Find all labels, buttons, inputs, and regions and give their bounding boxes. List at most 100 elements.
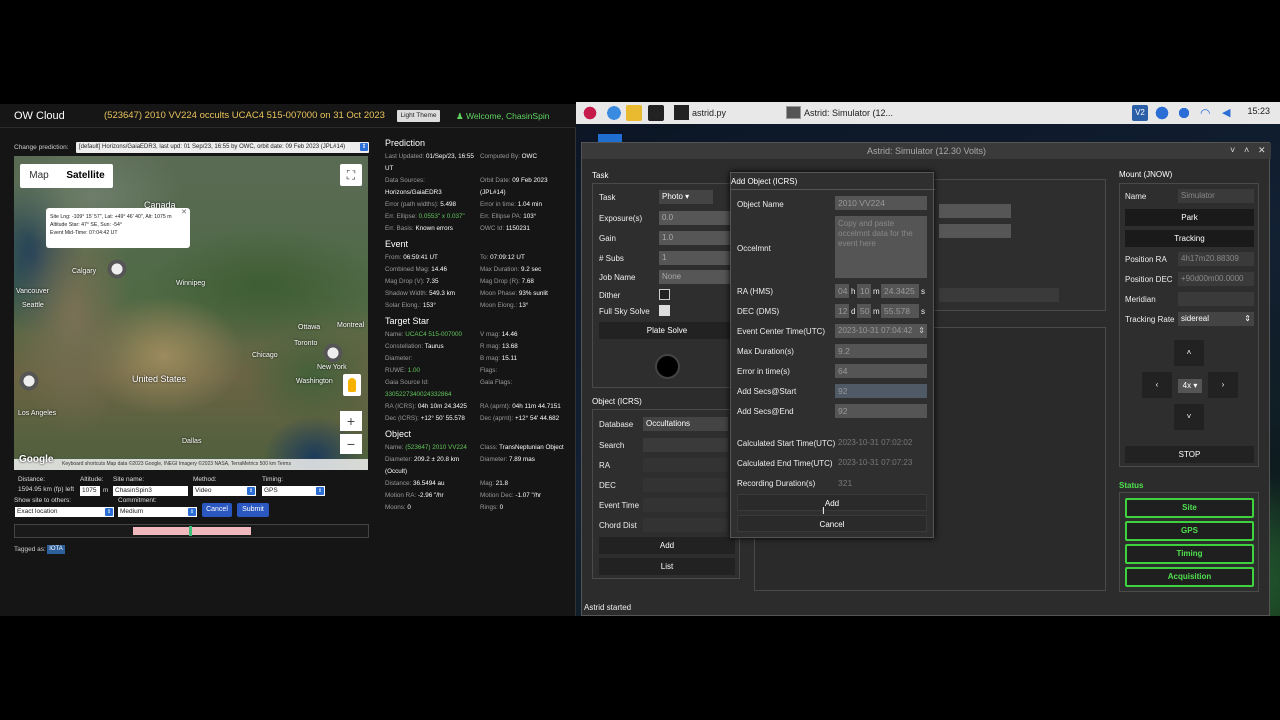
cancel-button[interactable]: Cancel xyxy=(202,503,232,517)
telescope-marker-icon[interactable] xyxy=(18,370,40,392)
camera-field[interactable] xyxy=(939,204,1011,218)
error-in-time-input[interactable]: 64 xyxy=(835,364,927,378)
plate-solve-button[interactable]: Plate Solve xyxy=(599,322,735,339)
update-icon[interactable] xyxy=(1154,105,1170,121)
welcome-user[interactable]: ♟ Welcome, ChasinSpin xyxy=(456,111,549,122)
subs-input[interactable]: 1 xyxy=(659,251,739,265)
occelmnt-textarea[interactable]: Copy and paste occelmnt data for the eve… xyxy=(835,216,927,278)
field-label: RUWE: xyxy=(385,367,406,374)
folder-icon[interactable] xyxy=(626,105,642,121)
database-select[interactable]: Occultations xyxy=(643,417,728,431)
stop-button[interactable]: STOP xyxy=(1125,446,1254,463)
max-duration-input[interactable]: 9.2 xyxy=(835,344,927,358)
terminal-icon[interactable] xyxy=(648,105,664,121)
timing-select[interactable]: GPS ⇕ xyxy=(262,486,325,496)
tag-badge[interactable]: IOTA xyxy=(47,545,65,554)
object-row: Name: (523647) 2010 VV224 Class: TransNep… xyxy=(385,442,575,454)
fullscreen-icon[interactable]: ⛶ xyxy=(340,164,362,186)
timing-status-button[interactable]: Timing xyxy=(1125,544,1254,564)
park-button[interactable]: Park xyxy=(1125,209,1254,226)
job-name-input[interactable]: None xyxy=(659,270,739,284)
ra-hours-input[interactable]: 04 xyxy=(835,284,849,298)
browser-icon[interactable] xyxy=(606,105,622,121)
dec-minutes-input[interactable]: 50 xyxy=(857,304,871,318)
close-icon[interactable]: ✕ xyxy=(1258,145,1266,156)
site-name-input[interactable]: ChasinSpin3 xyxy=(113,486,188,496)
taskbar-item-astrid-window[interactable]: Astrid: Simulator (12... xyxy=(784,104,896,122)
wifi-icon[interactable]: ◠ xyxy=(1200,105,1216,121)
telescope-marker-icon[interactable] xyxy=(322,342,344,364)
position-ra-value: 4h17m20.88309 xyxy=(1178,252,1254,266)
close-icon[interactable]: ✕ xyxy=(181,209,187,217)
taskbar-item-astrid-py[interactable]: astrid.py xyxy=(672,104,778,122)
dither-checkbox[interactable] xyxy=(659,289,670,300)
telescope-marker-icon[interactable] xyxy=(106,258,128,280)
add-object-button[interactable]: Add xyxy=(599,537,735,554)
slew-speed-select[interactable]: 4x ▾ xyxy=(1178,379,1202,393)
acquisition-status-button[interactable]: Acquisition xyxy=(1125,567,1254,587)
event-center-time-input[interactable]: 2023-10-31 07:04:42 ⇕ xyxy=(835,324,927,338)
show-site-select[interactable]: Exact location ⇕ xyxy=(15,507,114,517)
dialog-cancel-button[interactable]: Cancel xyxy=(737,515,927,532)
tracking-rate-select[interactable]: sidereal ⇕ xyxy=(1178,312,1254,326)
gps-status-button[interactable]: GPS xyxy=(1125,521,1254,541)
ra-seconds-input[interactable]: 24.3425 xyxy=(881,284,919,298)
dialog-add-button[interactable]: Add xyxy=(737,494,927,511)
volume-icon[interactable]: ◀ xyxy=(1222,105,1238,121)
east-arrow-button[interactable]: › xyxy=(1208,372,1238,398)
full-sky-solve-checkbox[interactable] xyxy=(659,305,670,316)
camera-field[interactable] xyxy=(939,288,1059,302)
method-select[interactable]: Video ⇕ xyxy=(193,486,256,496)
commitment-select[interactable]: Medium ⇕ xyxy=(118,507,197,517)
field-label: Diameter: xyxy=(385,456,413,463)
ra-minutes-input[interactable]: 10 xyxy=(857,284,871,298)
owcloud-logo[interactable]: OW Cloud xyxy=(14,110,65,122)
bluetooth-icon[interactable] xyxy=(1176,105,1192,121)
dec-input[interactable] xyxy=(643,478,728,492)
map-type-satellite-tab[interactable]: Satellite xyxy=(58,164,113,188)
mount-name-label: Name xyxy=(1125,192,1147,201)
list-button[interactable]: List xyxy=(599,558,735,575)
zoom-out-button[interactable]: − xyxy=(340,434,362,454)
object-name-input[interactable]: 2010 VV224 xyxy=(835,196,927,210)
search-input[interactable] xyxy=(643,438,728,452)
dec-seconds-input[interactable]: 55.578 xyxy=(881,304,919,318)
window-icon xyxy=(786,106,801,119)
tracking-button[interactable]: Tracking xyxy=(1125,230,1254,247)
map-type-map-tab[interactable]: Map xyxy=(20,164,58,188)
exposure-input[interactable]: 0.0 xyxy=(659,211,739,225)
event-timeline[interactable] xyxy=(14,524,369,538)
north-arrow-button[interactable]: ˄ xyxy=(1174,340,1204,366)
raspberry-menu-icon[interactable] xyxy=(582,105,598,121)
method-label: Method: xyxy=(193,476,217,483)
add-secs-end-input[interactable]: 92 xyxy=(835,404,927,418)
minimize-icon[interactable]: ˅ xyxy=(1230,145,1235,155)
west-arrow-button[interactable]: ‹ xyxy=(1142,372,1172,398)
south-arrow-button[interactable]: ˅ xyxy=(1174,404,1204,430)
ra-minutes-unit: m xyxy=(873,287,880,296)
submit-button[interactable]: Submit xyxy=(237,503,269,517)
map-view[interactable]: Map Satellite ⛶ Canada Calgary Winnipeg … xyxy=(14,156,368,470)
zoom-in-button[interactable]: + xyxy=(340,411,362,431)
add-secs-start-input[interactable]: 92 xyxy=(835,384,927,398)
task-select[interactable]: Photo ▾ xyxy=(659,190,713,204)
camera-field[interactable] xyxy=(939,224,1011,238)
mount-name-input[interactable]: Simulator xyxy=(1178,189,1254,203)
altitude-input[interactable]: 1075 xyxy=(80,486,100,496)
object-header: Object xyxy=(385,429,412,439)
site-status-button[interactable]: Site xyxy=(1125,498,1254,518)
gain-input[interactable]: 1.0 xyxy=(659,231,739,245)
prediction-select[interactable]: [default] Horizons/GaiaEDR3, last upd: 0… xyxy=(76,142,369,153)
vnc-icon[interactable]: V2 xyxy=(1132,105,1148,121)
chord-dist-input[interactable] xyxy=(643,518,728,532)
field-value: TransNeptunian Object xyxy=(499,444,564,451)
position-dec-label: Position DEC xyxy=(1125,275,1173,284)
field-label: To: xyxy=(480,254,489,261)
maximize-icon[interactable]: ˄ xyxy=(1244,145,1249,155)
target-star-row: Gaia Source Id: 3305227340024332864 Gaia … xyxy=(385,377,575,401)
light-theme-button[interactable]: Light Theme xyxy=(397,110,440,122)
dec-degrees-input[interactable]: 12 xyxy=(835,304,849,318)
ra-input[interactable] xyxy=(643,458,728,472)
event-time-input[interactable] xyxy=(643,498,728,512)
street-view-pegman-icon[interactable] xyxy=(343,374,361,396)
